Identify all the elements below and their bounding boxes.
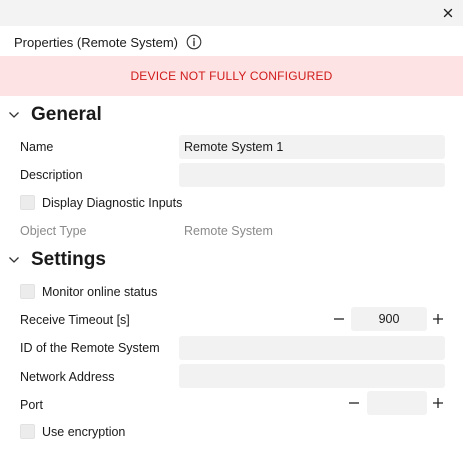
object-type-label: Object Type [20, 224, 87, 238]
panel-title: Properties (Remote System) [14, 34, 178, 50]
panel-header: Properties (Remote System) [14, 34, 202, 50]
receive-timeout-label: Receive Timeout [s] [20, 313, 130, 327]
section-settings-title: Settings [31, 249, 106, 270]
section-general-title: General [31, 104, 102, 125]
port-decrement-button[interactable] [346, 395, 362, 411]
description-label: Description [20, 168, 83, 182]
close-icon [443, 8, 453, 18]
chevron-down-icon [8, 110, 20, 120]
close-button[interactable] [441, 6, 455, 20]
remote-system-id-field[interactable] [179, 336, 445, 360]
display-diagnostic-inputs-label: Display Diagnostic Inputs [42, 196, 183, 210]
network-address-field[interactable] [179, 364, 445, 388]
remote-system-id-label: ID of the Remote System [20, 341, 160, 355]
receive-timeout-input[interactable]: 900 [351, 307, 427, 331]
use-encryption-checkbox[interactable] [20, 424, 35, 439]
plus-icon [433, 398, 443, 408]
object-type-value: Remote System [184, 224, 273, 238]
configuration-warning-banner: DEVICE NOT FULLY CONFIGURED [0, 56, 463, 96]
name-label: Name [20, 140, 54, 154]
section-settings-header[interactable]: Settings [0, 247, 463, 273]
chevron-down-icon [8, 255, 20, 265]
plus-icon [433, 314, 443, 324]
use-encryption-label: Use encryption [42, 425, 126, 439]
monitor-online-status-label: Monitor online status [42, 285, 158, 299]
section-general-header[interactable]: General [0, 102, 463, 128]
info-icon [186, 34, 202, 50]
display-diagnostic-inputs-checkbox[interactable] [20, 195, 35, 210]
minus-icon [349, 402, 359, 404]
receive-timeout-increment-button[interactable] [430, 311, 446, 327]
receive-timeout-decrement-button[interactable] [331, 311, 347, 327]
port-label: Port [20, 398, 43, 412]
warning-text: DEVICE NOT FULLY CONFIGURED [130, 69, 333, 83]
info-button[interactable] [186, 34, 202, 50]
minus-icon [334, 318, 344, 320]
title-bar [0, 0, 463, 26]
network-address-label: Network Address [20, 370, 115, 384]
port-input[interactable] [367, 391, 427, 415]
name-field[interactable]: Remote System 1 [179, 135, 445, 159]
description-field[interactable] [179, 163, 445, 187]
monitor-online-status-checkbox[interactable] [20, 284, 35, 299]
port-increment-button[interactable] [430, 395, 446, 411]
